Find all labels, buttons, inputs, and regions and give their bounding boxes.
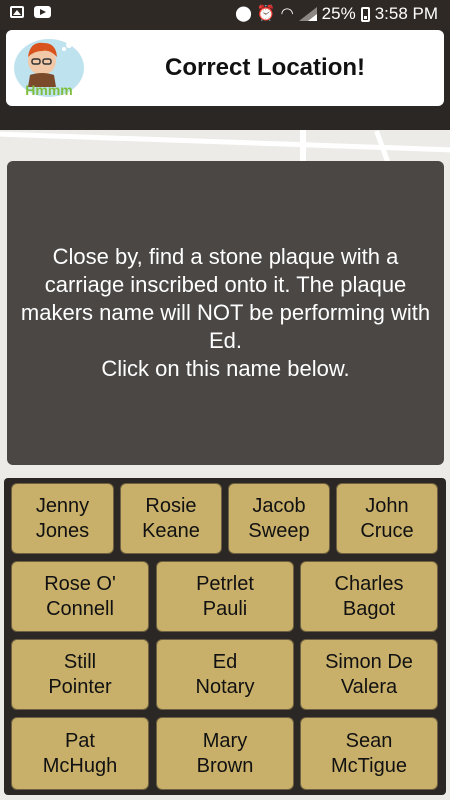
choice-petrlet-pauli[interactable]: Petrlet Pauli: [156, 561, 294, 632]
choice-mary-brown[interactable]: Mary Brown: [156, 717, 294, 790]
choice-rose-oconnell[interactable]: Rose O' Connell: [11, 561, 149, 632]
choice-still-pointer[interactable]: Still Pointer: [11, 639, 149, 710]
youtube-icon: [34, 6, 51, 18]
instructions-text: Close by, find a stone plaque with a car…: [20, 244, 431, 381]
choice-jenny-jones[interactable]: Jenny Jones: [11, 483, 114, 554]
app-logo: Hmmm: [14, 39, 84, 98]
choice-simon-de-valera[interactable]: Simon De Valera: [300, 639, 438, 710]
choice-charles-bagot[interactable]: Charles Bagot: [300, 561, 438, 632]
location-icon: ⬤: [235, 5, 252, 22]
wifi-icon: ◠: [280, 5, 294, 22]
signal-icon: [298, 7, 317, 21]
alarm-icon: ⏰: [256, 5, 276, 22]
instructions-panel: Close by, find a stone plaque with a car…: [7, 161, 444, 465]
choice-pat-mchugh[interactable]: Pat McHugh: [11, 717, 149, 790]
battery-icon: [360, 6, 370, 22]
app-header: Hmmm Correct Location!: [6, 30, 444, 106]
status-bar: ⬤ ⏰ ◠ 25% 3:58 PM: [0, 0, 450, 30]
page-title: Correct Location!: [164, 54, 365, 81]
choice-jacob-sweep[interactable]: Jacob Sweep: [228, 483, 330, 554]
choice-ed-notary[interactable]: Ed Notary: [156, 639, 294, 710]
battery-percent: 25%: [321, 4, 356, 23]
clock: 3:58 PM: [374, 4, 438, 23]
image-notification-icon: [10, 6, 24, 18]
choice-john-cruce[interactable]: John Cruce: [336, 483, 438, 554]
logo-text: Hmmm: [25, 82, 72, 98]
choice-rosie-keane[interactable]: Rosie Keane: [120, 483, 222, 554]
choice-sean-mctigue[interactable]: Sean McTigue: [300, 717, 438, 790]
